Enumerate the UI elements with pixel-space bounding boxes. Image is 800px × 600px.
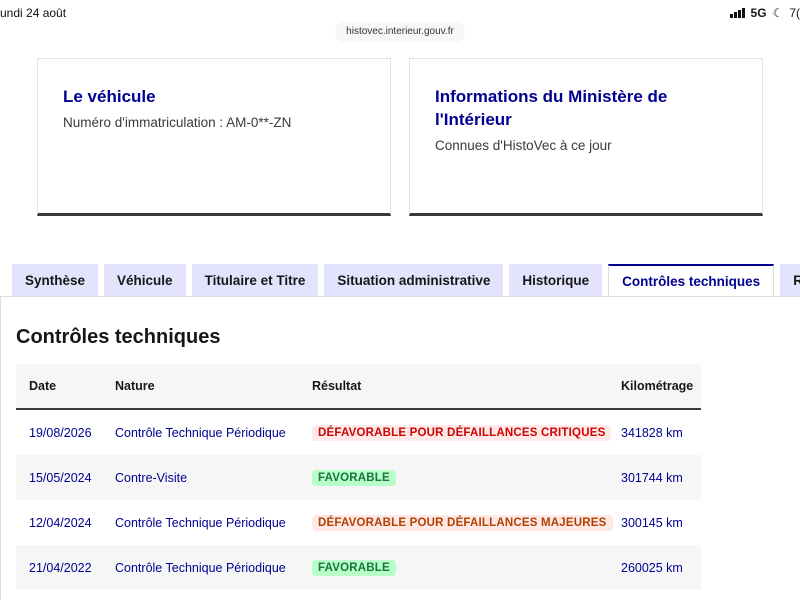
header-mileage: Kilométrage <box>621 379 694 393</box>
header-date: Date <box>29 379 57 393</box>
row-date: 15/05/2024 <box>29 470 92 485</box>
tab-vehicule[interactable]: Véhicule <box>104 264 186 297</box>
url-bar[interactable]: histovec.interieur.gouv.fr <box>335 22 465 42</box>
ministry-card-title: Informations du Ministère de l'Intérieur <box>435 87 668 129</box>
table-row: 12/04/2024 Contrôle Technique Périodique… <box>16 500 701 545</box>
table-header: Date Nature Résultat Kilométrage <box>16 364 701 410</box>
row-nature: Contre-Visite <box>115 470 188 485</box>
status-indicators: 5G ☾ 7( <box>729 6 800 20</box>
result-badge-favorable: FAVORABLE <box>312 559 396 576</box>
status-date: undi 24 août <box>0 6 67 20</box>
result-badge-favorable: FAVORABLE <box>312 469 396 486</box>
row-mileage: 300145 km <box>621 515 683 530</box>
row-mileage: 260025 km <box>621 560 683 575</box>
table-row: 15/05/2024 Contre-Visite FAVORABLE 30174… <box>16 455 701 500</box>
tab-controles-techniques[interactable]: Contrôles techniques <box>608 264 775 297</box>
result-badge-major: DÉFAVORABLE POUR DÉFAILLANCES MAJEURES <box>312 514 613 531</box>
vehicle-card: Le véhicule Numéro d'immatriculation : A… <box>37 58 391 216</box>
moon-icon: ☾ <box>772 6 784 20</box>
row-date: 19/08/2026 <box>29 425 92 440</box>
tab-bar: Synthèse Véhicule Titulaire et Titre Sit… <box>12 264 800 297</box>
ministry-card-subtitle: Connues d'HistoVec à ce jour <box>435 138 612 153</box>
header-nature: Nature <box>115 379 155 393</box>
tab-historique[interactable]: Historique <box>509 264 603 297</box>
panel-border <box>0 296 1 600</box>
row-nature: Contrôle Technique Périodique <box>115 515 286 530</box>
vehicle-card-title: Le véhicule <box>63 87 156 106</box>
status-bar: undi 24 août 5G ☾ 7( <box>0 0 800 24</box>
registration-number: Numéro d'immatriculation : AM-0**-ZN <box>63 115 292 130</box>
row-mileage: 301744 km <box>621 470 683 485</box>
result-badge-critical: DÉFAVORABLE POUR DÉFAILLANCES CRITIQUES <box>312 424 612 441</box>
ministry-info-card: Informations du Ministère de l'Intérieur… <box>409 58 763 216</box>
tab-synthese[interactable]: Synthèse <box>12 264 99 297</box>
row-mileage: 341828 km <box>621 425 683 440</box>
tab-titulaire-titre[interactable]: Titulaire et Titre <box>191 264 319 297</box>
tab-divider <box>0 296 800 297</box>
tab-situation-administrative[interactable]: Situation administrative <box>324 264 504 297</box>
row-date: 21/04/2022 <box>29 560 92 575</box>
battery-level: 7( <box>789 6 800 20</box>
row-date: 12/04/2024 <box>29 515 92 530</box>
signal-icon <box>729 8 745 18</box>
section-title: Contrôles techniques <box>16 326 221 348</box>
network-type: 5G <box>750 6 767 20</box>
header-result: Résultat <box>312 379 362 393</box>
inspections-table: Date Nature Résultat Kilométrage 19/08/2… <box>16 364 701 590</box>
tab-rapport[interactable]: Rap <box>780 264 800 297</box>
table-row: 21/04/2022 Contrôle Technique Périodique… <box>16 545 701 590</box>
row-nature: Contrôle Technique Périodique <box>115 560 286 575</box>
row-nature: Contrôle Technique Périodique <box>115 425 286 440</box>
table-row: 19/08/2026 Contrôle Technique Périodique… <box>16 410 701 455</box>
